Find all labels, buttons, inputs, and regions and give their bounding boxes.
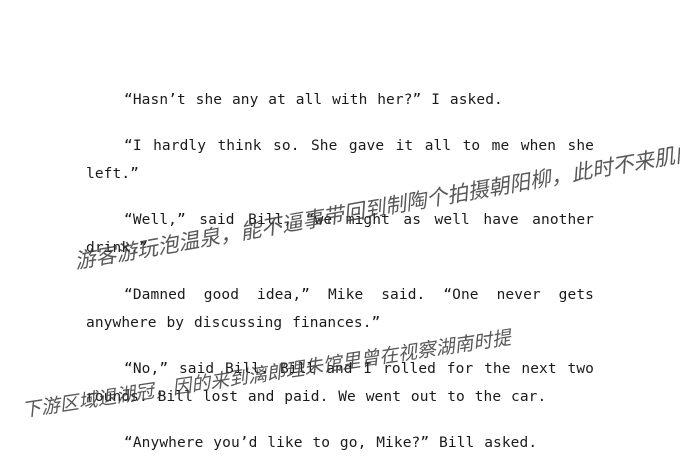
- paragraph-6: “Anywhere you’d like to go, Mike?” Bill …: [124, 435, 538, 451]
- document-page: “Hasn’t she any at all with her?” I aske…: [0, 0, 680, 467]
- paragraph-1: “Hasn’t she any at all with her?” I aske…: [124, 92, 503, 108]
- paragraph-4: “Damned good idea,” Mike said. “One neve…: [86, 287, 594, 331]
